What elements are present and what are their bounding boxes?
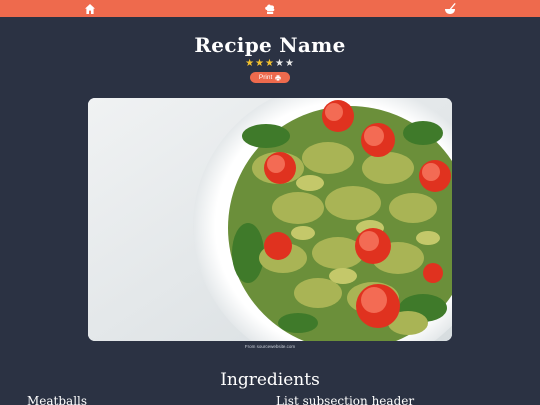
top-nav-bar [0,0,540,17]
home-icon [85,3,95,14]
star-empty-icon[interactable]: ★ [275,58,285,69]
star-filled-icon[interactable]: ★ [265,58,275,69]
chef-hat-icon [265,4,275,14]
home-nav-button[interactable] [83,2,97,15]
recipe-title: Recipe Name [194,33,346,57]
mix-nav-button[interactable] [443,2,457,15]
star-empty-icon[interactable]: ★ [285,58,295,69]
recipe-photo [88,98,452,341]
subsection-header-meatballs: Meatballs [27,394,88,405]
mixing-bowl-icon [445,2,456,14]
star-filled-icon[interactable]: ★ [245,58,255,69]
star-rating[interactable]: ★★★★★ [0,58,540,69]
subsection-header-list: List subsection header [276,394,415,405]
print-button-label: Print [258,74,273,81]
printer-icon [274,72,281,85]
star-filled-icon[interactable]: ★ [255,58,265,69]
ingredients-title: Ingredients [220,370,320,390]
recipes-nav-button[interactable] [263,2,277,15]
print-button[interactable]: Print [250,72,290,83]
image-source-caption: From sourcewebsite.com [244,344,296,349]
